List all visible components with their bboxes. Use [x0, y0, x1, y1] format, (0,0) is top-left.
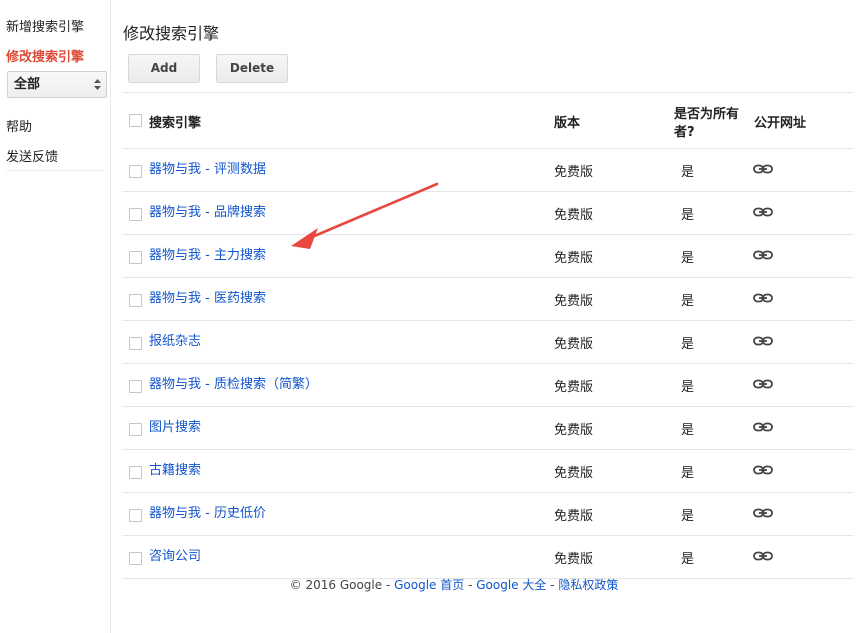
engine-name-link[interactable]: 器物与我 - 历史低价 [149, 502, 266, 521]
edition-cell: 免费版 [554, 208, 594, 223]
owner-cell: 是 [681, 380, 695, 395]
link-icon[interactable] [753, 379, 773, 389]
table-row: 古籍搜索 免费版 是 [123, 450, 853, 493]
table-row: 器物与我 - 质检搜索（简繁） 免费版 是 [123, 364, 853, 407]
footer-link-home[interactable]: Google 首页 [394, 578, 464, 592]
row-checkbox[interactable] [129, 337, 142, 350]
owner-cell: 是 [681, 208, 695, 223]
link-icon[interactable] [753, 293, 773, 303]
filter-select[interactable]: 全部 [7, 71, 107, 98]
edition-cell: 免费版 [554, 165, 594, 180]
delete-button[interactable]: Delete [216, 54, 288, 83]
link-icon[interactable] [753, 508, 773, 518]
edition-cell: 免费版 [554, 337, 594, 352]
table-row: 器物与我 - 主力搜索 免费版 是 [123, 235, 853, 278]
select-all-checkbox[interactable] [129, 114, 142, 127]
engine-name-link[interactable]: 器物与我 - 医药搜索 [149, 287, 266, 306]
row-checkbox[interactable] [129, 208, 142, 221]
sidebar: 新增搜索引擎 修改搜索引擎 全部 帮助 发送反馈 [0, 0, 111, 633]
engine-table: 搜索引擎 版本 是否为所有 者? 公开网址 器物与我 - 评测数据 免费版 是 … [123, 92, 853, 579]
link-icon[interactable] [753, 422, 773, 432]
header-owner-line2: 者? [674, 125, 695, 140]
table-row: 咨询公司 免费版 是 [123, 536, 853, 579]
header-edition: 版本 [554, 116, 581, 131]
owner-cell: 是 [681, 552, 695, 567]
table-row: 图片搜索 免费版 是 [123, 407, 853, 450]
table-row: 器物与我 - 历史低价 免费版 是 [123, 493, 853, 536]
link-icon[interactable] [753, 164, 773, 174]
sidebar-divider [6, 170, 106, 171]
row-checkbox[interactable] [129, 380, 142, 393]
header-public-url: 公开网址 [754, 116, 807, 131]
header-owner-line1: 是否为所有 [674, 107, 740, 122]
link-icon[interactable] [753, 207, 773, 217]
owner-cell: 是 [681, 251, 695, 266]
filter-select-value: 全部 [14, 77, 41, 92]
table-row: 器物与我 - 评测数据 免费版 是 [123, 149, 853, 192]
table-header-row: 搜索引擎 版本 是否为所有 者? 公开网址 [123, 92, 853, 149]
select-arrows-icon [94, 79, 101, 90]
sidebar-item-new-engine[interactable]: 新增搜索引擎 [6, 16, 84, 35]
owner-cell: 是 [681, 423, 695, 438]
table-row: 报纸杂志 免费版 是 [123, 321, 853, 364]
footer-sep: - [546, 578, 559, 592]
engine-name-link[interactable]: 图片搜索 [149, 416, 201, 435]
engine-name-link[interactable]: 器物与我 - 品牌搜索 [149, 201, 266, 220]
row-checkbox[interactable] [129, 251, 142, 264]
owner-cell: 是 [681, 294, 695, 309]
edition-cell: 免费版 [554, 380, 594, 395]
edition-cell: 免费版 [554, 509, 594, 524]
owner-cell: 是 [681, 509, 695, 524]
owner-cell: 是 [681, 466, 695, 481]
engine-name-link[interactable]: 器物与我 - 评测数据 [149, 158, 266, 177]
table-row: 器物与我 - 品牌搜索 免费版 是 [123, 192, 853, 235]
edition-cell: 免费版 [554, 466, 594, 481]
row-checkbox[interactable] [129, 423, 142, 436]
row-checkbox[interactable] [129, 294, 142, 307]
row-checkbox[interactable] [129, 165, 142, 178]
add-button[interactable]: Add [128, 54, 200, 83]
row-checkbox[interactable] [129, 466, 142, 479]
header-name: 搜索引擎 [149, 116, 202, 131]
sidebar-item-edit-engine[interactable]: 修改搜索引擎 [6, 46, 84, 65]
link-icon[interactable] [753, 551, 773, 561]
row-checkbox[interactable] [129, 509, 142, 522]
edition-cell: 免费版 [554, 552, 594, 567]
footer-sep: - [464, 578, 477, 592]
table-row: 器物与我 - 医药搜索 免费版 是 [123, 278, 853, 321]
owner-cell: 是 [681, 337, 695, 352]
engine-name-link[interactable]: 古籍搜索 [149, 459, 201, 478]
link-icon[interactable] [753, 250, 773, 260]
link-icon[interactable] [753, 336, 773, 346]
footer-link-about[interactable]: Google 大全 [476, 578, 546, 592]
footer-sep: - [382, 578, 395, 592]
owner-cell: 是 [681, 165, 695, 180]
edition-cell: 免费版 [554, 251, 594, 266]
row-checkbox[interactable] [129, 552, 142, 565]
engine-name-link[interactable]: 报纸杂志 [149, 330, 201, 349]
page-title: 修改搜索引擎 [123, 24, 220, 43]
engine-name-link[interactable]: 器物与我 - 主力搜索 [149, 244, 266, 263]
edition-cell: 免费版 [554, 423, 594, 438]
link-icon[interactable] [753, 465, 773, 475]
engine-name-link[interactable]: 咨询公司 [149, 545, 201, 564]
footer: © 2016 Google - Google 首页 - Google 大全 - … [0, 576, 868, 593]
footer-copyright: © 2016 Google [289, 578, 383, 592]
edition-cell: 免费版 [554, 294, 594, 309]
footer-link-privacy[interactable]: 隐私权政策 [558, 578, 618, 592]
sidebar-item-feedback[interactable]: 发送反馈 [6, 146, 58, 165]
sidebar-item-help[interactable]: 帮助 [6, 116, 32, 135]
engine-name-link[interactable]: 器物与我 - 质检搜索（简繁） [149, 373, 318, 392]
